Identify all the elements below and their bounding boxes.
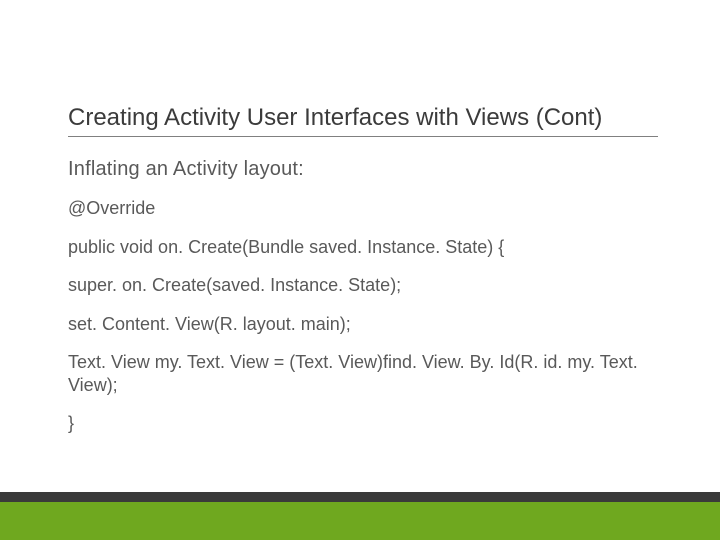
code-line-4: set. Content. View(R. layout. main);	[68, 313, 658, 336]
content-subhead: Inflating an Activity layout:	[68, 158, 658, 181]
code-line-2: public void on. Create(Bundle saved. Ins…	[68, 236, 658, 259]
footer-bar	[0, 502, 720, 540]
slide-title: Creating Activity User Interfaces with V…	[68, 104, 658, 137]
code-line-5: Text. View my. Text. View = (Text. View)…	[68, 351, 658, 396]
footer-accent-bar	[0, 492, 720, 502]
slide: Creating Activity User Interfaces with V…	[0, 0, 720, 540]
code-line-6: }	[68, 412, 658, 435]
slide-content: Inflating an Activity layout: @Override …	[68, 158, 658, 451]
code-line-3: super. on. Create(saved. Instance. State…	[68, 274, 658, 297]
code-line-1: @Override	[68, 197, 658, 220]
